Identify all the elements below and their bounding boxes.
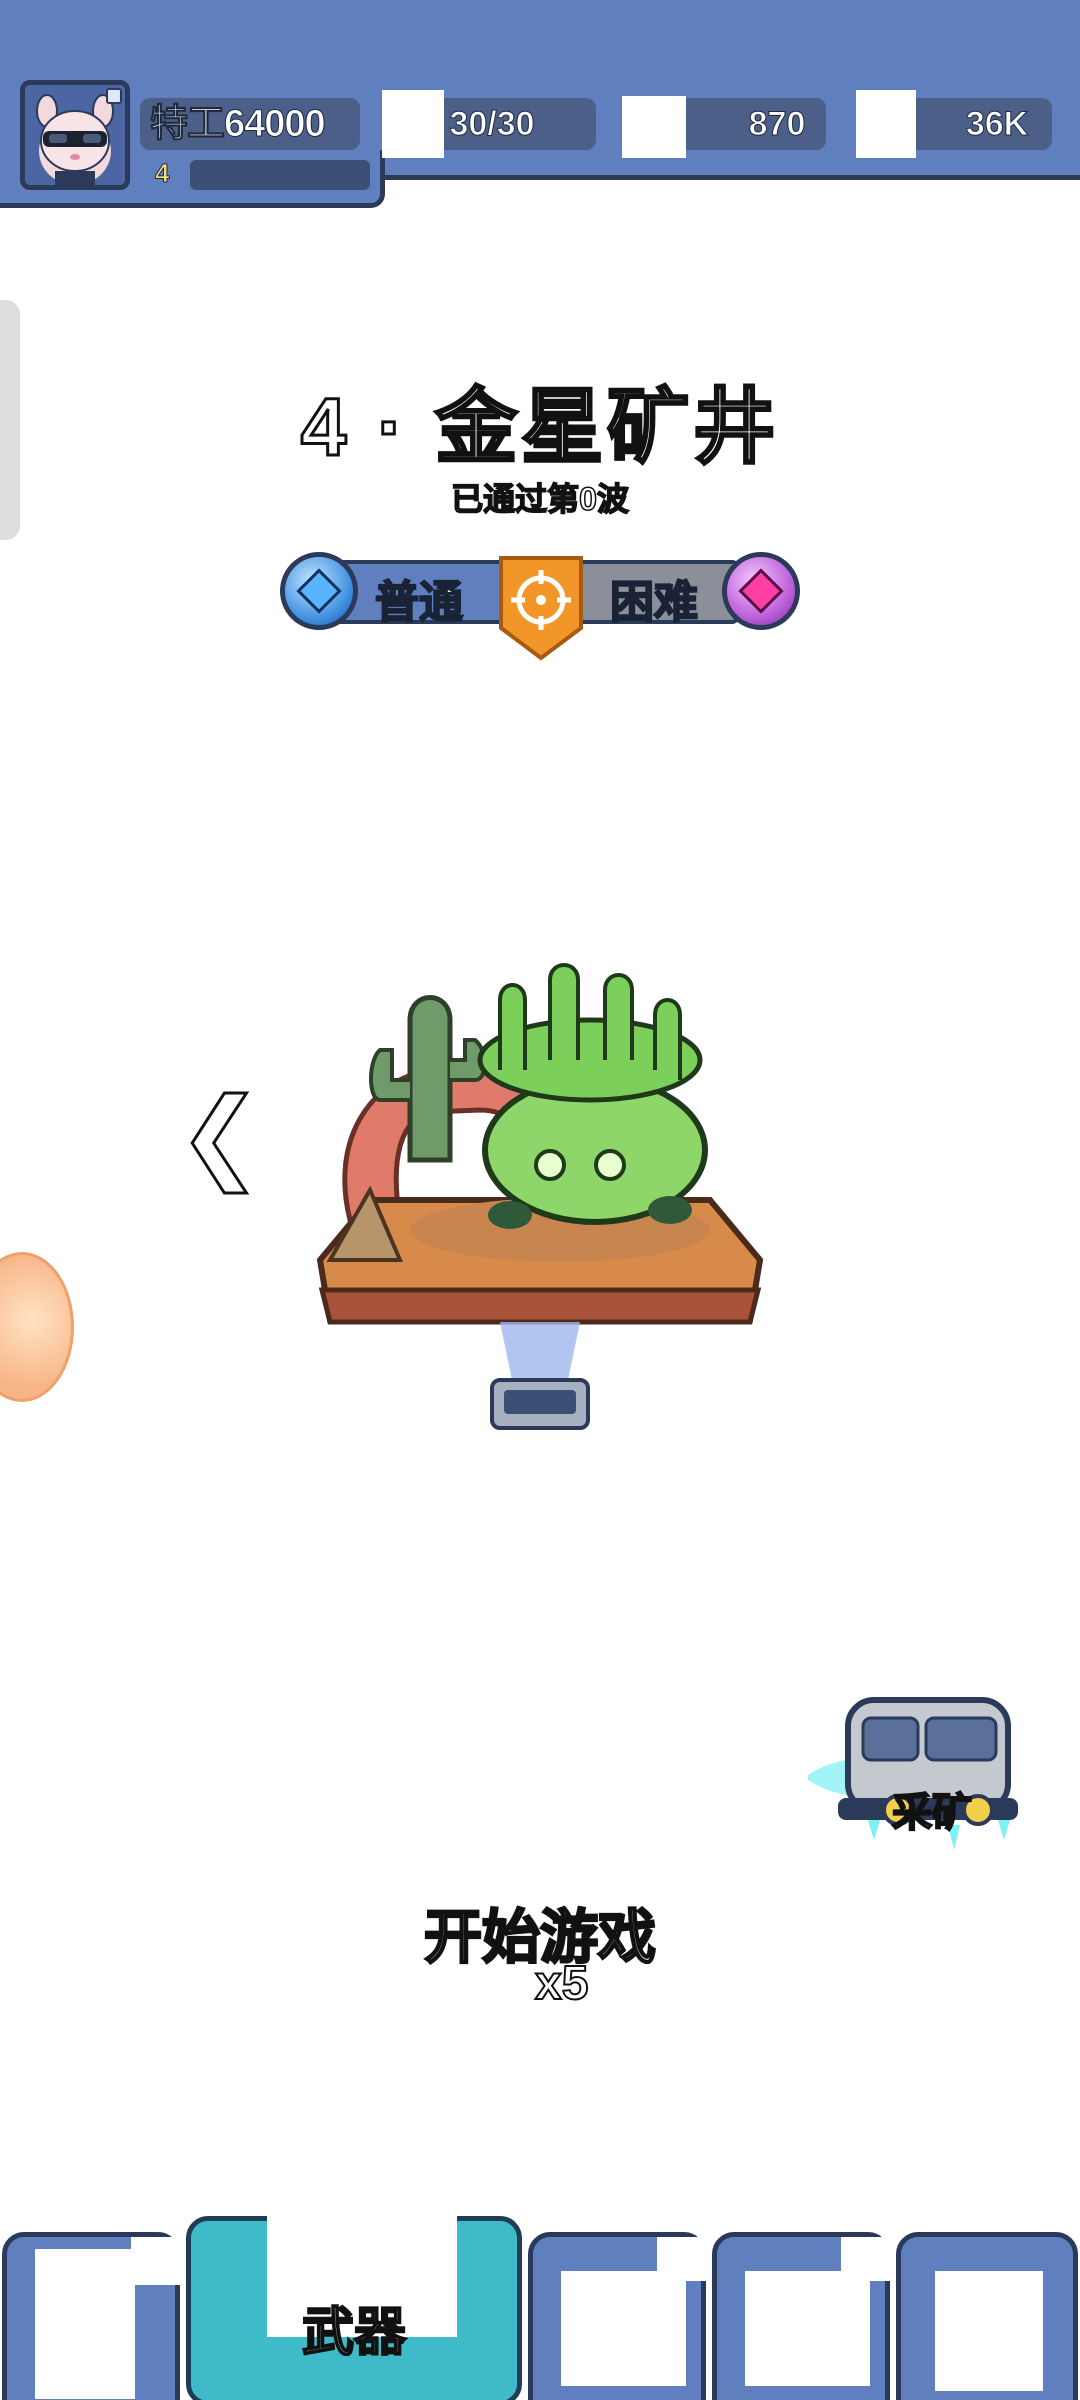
bottom-tab-4-icon xyxy=(745,2271,870,2386)
start-game-cost: x5 xyxy=(534,1956,589,2011)
bottom-tab-3-icon-corner xyxy=(657,2237,707,2281)
gem-icon xyxy=(622,96,686,158)
bottom-tab-1-icon xyxy=(35,2249,135,2399)
player-avatar[interactable] xyxy=(20,80,130,190)
level-title: 4 · 金星矿井 xyxy=(299,381,780,475)
stamina-value: 30/30 xyxy=(449,105,535,144)
coin-value: 36K xyxy=(965,105,1029,144)
bottom-tab-3-icon xyxy=(561,2271,686,2386)
bottom-tab-4-icon-corner xyxy=(841,2237,891,2281)
coin-icon xyxy=(856,90,916,158)
wave-status: 已通过第0波 xyxy=(450,480,629,518)
experience-bar xyxy=(190,160,370,190)
bottom-navigation: 武器 xyxy=(0,2201,1080,2400)
difficulty-crosshair-icon[interactable] xyxy=(495,554,587,662)
previous-level-arrow[interactable]: ❮ xyxy=(177,1084,264,1187)
weapons-tab-label: 武器 xyxy=(301,2303,407,2363)
bottom-tab-1-icon-corner xyxy=(131,2237,181,2285)
bottom-tab-5-icon xyxy=(935,2271,1043,2391)
venus-mine-stage-art[interactable] xyxy=(310,960,770,1450)
stamina-icon xyxy=(382,90,444,158)
mining-label[interactable]: 采矿 xyxy=(891,1780,973,1838)
bottom-tab-4[interactable] xyxy=(712,2232,891,2400)
player-name: 特工64000 xyxy=(140,98,360,150)
bottom-tab-weapons[interactable]: 武器 xyxy=(186,2201,522,2400)
bottom-tab-1[interactable] xyxy=(2,2232,181,2400)
difficulty-normal-label[interactable]: 普通 xyxy=(374,566,464,630)
hard-gem-icon[interactable] xyxy=(722,552,800,630)
player-level: 4 xyxy=(154,158,170,189)
difficulty-hard-label[interactable]: 困难 xyxy=(609,566,699,630)
side-event-bubble[interactable] xyxy=(0,1252,74,1402)
bottom-tab-3[interactable] xyxy=(528,2232,707,2400)
difficulty-selector[interactable]: 普通 困难 xyxy=(280,552,800,662)
bottom-tab-5[interactable] xyxy=(896,2232,1078,2400)
gem-value: 870 xyxy=(748,105,806,144)
avatar-badge-icon xyxy=(106,88,122,104)
normal-gem-icon[interactable] xyxy=(280,552,358,630)
